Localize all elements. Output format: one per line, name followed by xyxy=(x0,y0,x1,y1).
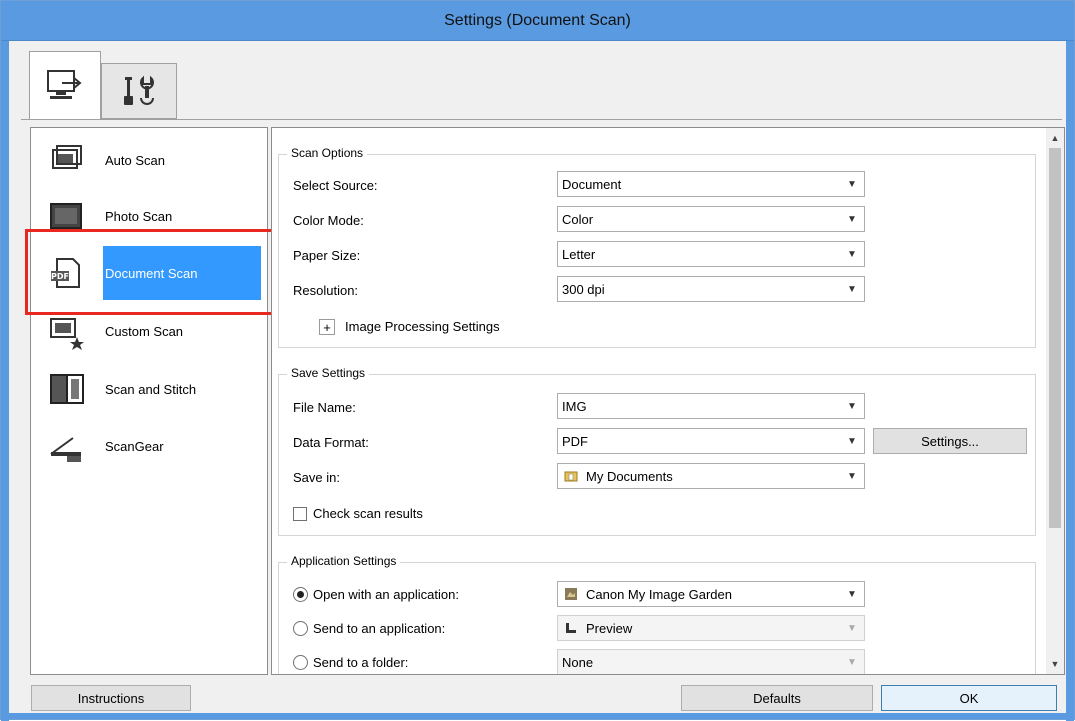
image-garden-icon xyxy=(565,588,577,600)
send-to-application-value: Preview xyxy=(586,620,633,636)
paper-size-dropdown[interactable]: Letter ▼ xyxy=(557,241,865,267)
scan-item-label: Document Scan xyxy=(103,246,261,300)
send-to-folder-value: None xyxy=(562,654,594,670)
photo-scan-icon xyxy=(50,203,82,229)
data-format-dropdown[interactable]: PDF ▼ xyxy=(557,428,865,454)
image-processing-label[interactable]: Image Processing Settings xyxy=(345,319,500,334)
scan-item-auto-scan[interactable]: Auto Scan xyxy=(45,133,267,187)
send-to-application-dropdown[interactable]: Preview ▼ xyxy=(557,615,865,641)
chevron-down-icon: ▼ xyxy=(847,656,857,668)
ok-button[interactable]: OK xyxy=(881,685,1057,711)
save-settings-title: Save Settings xyxy=(287,366,370,380)
tab-general-settings[interactable] xyxy=(101,63,177,119)
scan-item-photo-scan[interactable]: Photo Scan xyxy=(45,189,267,243)
settings-panel: Scan Options Select Source: Document ▼ C… xyxy=(271,127,1065,675)
data-format-value: PDF xyxy=(562,433,588,449)
folder-icon xyxy=(564,471,578,482)
custom-scan-icon xyxy=(50,318,84,350)
application-settings-title: Application Settings xyxy=(287,554,401,568)
open-with-application-radio[interactable] xyxy=(293,587,308,602)
check-scan-results-label[interactable]: Check scan results xyxy=(313,506,423,521)
window-frame-bottom xyxy=(1,713,1074,719)
window-frame-left xyxy=(1,41,9,721)
file-name-value: IMG xyxy=(562,398,587,414)
paper-size-label: Paper Size: xyxy=(293,248,361,263)
tab-panel-border xyxy=(21,119,1062,120)
paper-size-value: Letter xyxy=(562,246,596,262)
save-in-label: Save in: xyxy=(293,470,340,485)
scan-type-list: Auto Scan Photo Scan PDF Document Scan C… xyxy=(30,127,268,675)
save-in-dropdown[interactable]: My Documents ▼ xyxy=(557,463,865,489)
scan-item-scangear[interactable]: ScanGear xyxy=(45,419,267,473)
scan-item-label: ScanGear xyxy=(105,438,164,454)
send-to-application-label[interactable]: Send to an application: xyxy=(313,621,445,636)
settings-scrollbar[interactable]: ▲ ▼ xyxy=(1046,128,1064,674)
scan-options-title: Scan Options xyxy=(287,146,368,160)
save-settings-group: Save Settings File Name: IMG ▼ Data Form… xyxy=(278,366,1036,536)
scan-item-custom-scan[interactable]: Custom Scan xyxy=(45,304,267,358)
open-with-application-dropdown[interactable]: Canon My Image Garden ▼ xyxy=(557,581,865,607)
save-in-value: My Documents xyxy=(586,468,673,484)
scroll-up-icon[interactable]: ▲ xyxy=(1046,130,1064,146)
instructions-button[interactable]: Instructions xyxy=(31,685,191,711)
defaults-button[interactable]: Defaults xyxy=(681,685,873,711)
image-processing-expander[interactable]: + xyxy=(319,319,335,335)
send-to-folder-radio[interactable] xyxy=(293,655,308,670)
pdf-badge-text: PDF xyxy=(51,272,69,281)
computer-scan-icon xyxy=(47,69,82,99)
scroll-down-icon[interactable]: ▼ xyxy=(1046,656,1064,672)
chevron-down-icon: ▼ xyxy=(847,435,857,447)
color-mode-dropdown[interactable]: Color ▼ xyxy=(557,206,865,232)
data-format-settings-button[interactable]: Settings... xyxy=(873,428,1027,454)
send-to-folder-dropdown[interactable]: None ▼ xyxy=(557,649,865,674)
chevron-down-icon: ▼ xyxy=(847,213,857,225)
scan-options-group: Scan Options Select Source: Document ▼ C… xyxy=(278,146,1036,348)
chevron-down-icon: ▼ xyxy=(847,178,857,190)
select-source-dropdown[interactable]: Document ▼ xyxy=(557,171,865,197)
chevron-down-icon: ▼ xyxy=(847,622,857,634)
color-mode-value: Color xyxy=(562,211,594,227)
color-mode-label: Color Mode: xyxy=(293,213,364,228)
scan-item-label: Photo Scan xyxy=(105,208,173,224)
select-source-label: Select Source: xyxy=(293,178,378,193)
check-scan-results-checkbox[interactable] xyxy=(293,507,307,521)
scan-item-scan-and-stitch[interactable]: Scan and Stitch xyxy=(45,362,267,416)
data-format-label: Data Format: xyxy=(293,435,369,450)
send-to-folder-label[interactable]: Send to a folder: xyxy=(313,655,408,670)
application-settings-group: Application Settings Open with an applic… xyxy=(278,554,1036,674)
window-title: Settings (Document Scan) xyxy=(444,11,631,29)
scan-item-document-scan[interactable]: PDF Document Scan xyxy=(45,246,267,300)
scan-and-stitch-icon xyxy=(50,374,84,404)
resolution-value: 300 dpi xyxy=(562,281,605,297)
chevron-down-icon: ▼ xyxy=(847,470,857,482)
send-to-application-radio[interactable] xyxy=(293,621,308,636)
resolution-dropdown[interactable]: 300 dpi ▼ xyxy=(557,276,865,302)
tools-icon xyxy=(124,75,154,105)
open-with-application-value: Canon My Image Garden xyxy=(586,586,732,602)
scangear-icon xyxy=(50,437,81,462)
document-scan-icon: PDF xyxy=(51,258,80,288)
tab-scan-from-computer[interactable] xyxy=(29,51,101,119)
scan-item-label: Custom Scan xyxy=(105,323,184,339)
file-name-label: File Name: xyxy=(293,400,356,415)
chevron-down-icon: ▼ xyxy=(847,400,857,412)
open-with-application-label[interactable]: Open with an application: xyxy=(313,587,459,602)
window-frame-right xyxy=(1066,41,1074,721)
scan-item-label: Auto Scan xyxy=(105,152,165,168)
scroll-thumb[interactable] xyxy=(1049,148,1061,528)
resolution-label: Resolution: xyxy=(293,283,359,298)
title-bar[interactable]: Settings (Document Scan) xyxy=(1,1,1074,41)
chevron-down-icon: ▼ xyxy=(847,248,857,260)
file-name-combobox[interactable]: IMG ▼ xyxy=(557,393,865,419)
settings-window: Settings (Document Scan) Auto Scan Photo… xyxy=(0,0,1075,721)
auto-scan-icon xyxy=(52,145,82,169)
chevron-down-icon: ▼ xyxy=(847,283,857,295)
select-source-value: Document xyxy=(562,176,622,192)
chevron-down-icon: ▼ xyxy=(847,588,857,600)
preview-icon xyxy=(566,623,576,633)
scan-item-label: Scan and Stitch xyxy=(105,381,197,397)
